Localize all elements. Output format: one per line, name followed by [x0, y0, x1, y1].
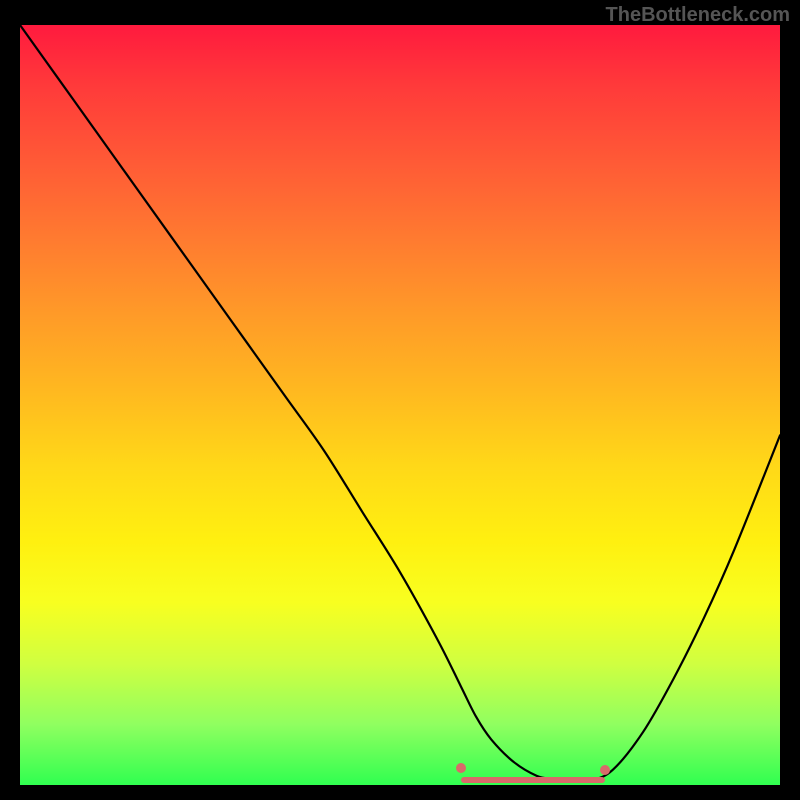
plot-area	[20, 25, 780, 785]
curve-marker	[456, 763, 466, 773]
bottleneck-curve-path	[20, 25, 780, 781]
curve-marker	[600, 765, 610, 775]
curve-svg	[20, 25, 780, 785]
highlight-band	[461, 777, 605, 783]
watermark-text: TheBottleneck.com	[606, 4, 790, 27]
